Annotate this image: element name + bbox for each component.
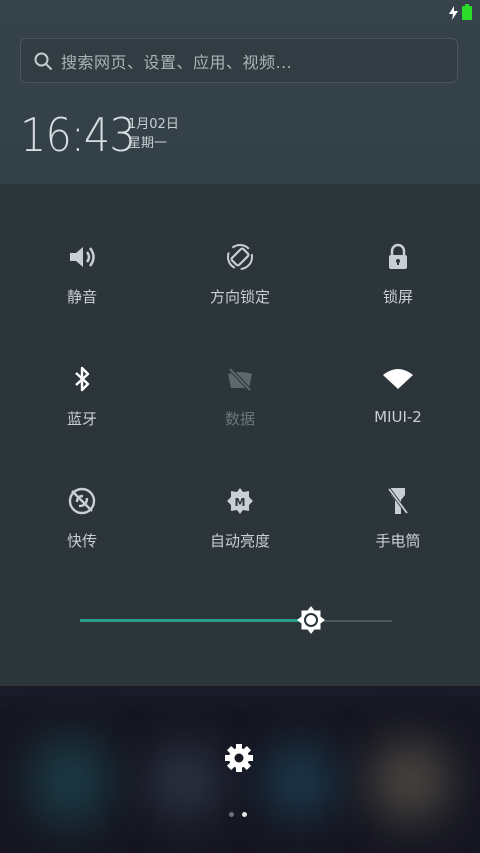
weekday-label: 星期一 bbox=[128, 136, 168, 151]
toggle-label: 快传 bbox=[66, 532, 97, 550]
shade-header: 搜索网页、设置、应用、视频... 16:43 1月02日 星期一 bbox=[0, 0, 480, 184]
page-dot bbox=[229, 812, 234, 817]
slider-fill bbox=[80, 619, 311, 622]
toggle-flashlight[interactable]: 手电筒 bbox=[318, 484, 478, 574]
toggle-auto-brightness[interactable]: M 自动亮度 bbox=[160, 484, 320, 574]
date-block[interactable]: 1月02日 星期一 bbox=[128, 115, 179, 153]
toggle-label: MIUI-2 bbox=[374, 408, 422, 426]
toggle-label: 锁屏 bbox=[382, 288, 413, 306]
flashlight-icon bbox=[381, 484, 415, 518]
clock-time[interactable]: 16:43 bbox=[20, 108, 136, 162]
home-screen-background bbox=[0, 686, 480, 853]
fade-overlay bbox=[0, 686, 480, 716]
toggle-label: 静音 bbox=[66, 288, 97, 306]
status-bar bbox=[449, 4, 472, 24]
blurred-app-icon bbox=[265, 746, 335, 816]
svg-text:M: M bbox=[235, 496, 246, 509]
toggle-quick-transfer[interactable]: 快传 bbox=[2, 484, 162, 574]
toggle-label: 方向锁定 bbox=[209, 288, 270, 306]
gear-icon bbox=[222, 744, 256, 779]
search-bar[interactable]: 搜索网页、设置、应用、视频... bbox=[20, 38, 458, 83]
toggle-label: 手电筒 bbox=[375, 532, 421, 550]
notification-shade: 搜索网页、设置、应用、视频... 16:43 1月02日 星期一 静音 方向锁定… bbox=[0, 0, 480, 853]
toggle-label: 自动亮度 bbox=[209, 532, 270, 550]
toggle-lock-screen[interactable]: 锁屏 bbox=[318, 240, 478, 330]
toggle-label: 蓝牙 bbox=[66, 410, 97, 428]
toggle-mobile-data[interactable]: 数据 bbox=[160, 362, 320, 452]
charging-icon bbox=[449, 5, 458, 24]
toggle-wifi[interactable]: MIUI-2 bbox=[318, 362, 478, 452]
search-icon bbox=[33, 51, 53, 71]
page-indicator bbox=[229, 812, 247, 817]
battery-icon bbox=[462, 4, 472, 24]
lock-icon bbox=[381, 240, 415, 274]
toggle-label: 数据 bbox=[224, 410, 255, 428]
mobile-data-off-icon bbox=[223, 362, 257, 396]
quick-toggles-panel: 静音 方向锁定 锁屏 蓝牙 数据 MIUI-2 快传 M 自动亮度 手电筒 bbox=[0, 184, 480, 686]
rotation-lock-icon bbox=[223, 240, 257, 274]
toggle-rotation-lock[interactable]: 方向锁定 bbox=[160, 240, 320, 330]
brightness-thumb-icon[interactable] bbox=[295, 604, 327, 636]
bluetooth-icon bbox=[65, 362, 99, 396]
quick-transfer-icon bbox=[65, 484, 99, 518]
auto-brightness-icon: M bbox=[223, 484, 257, 518]
search-input[interactable]: 搜索网页、设置、应用、视频... bbox=[61, 49, 292, 73]
blurred-app-icon bbox=[30, 736, 110, 826]
wifi-icon bbox=[381, 362, 415, 396]
speaker-icon bbox=[65, 240, 99, 274]
page-dot-active bbox=[242, 812, 247, 817]
brightness-slider[interactable] bbox=[80, 606, 392, 634]
toggle-bluetooth[interactable]: 蓝牙 bbox=[2, 362, 162, 452]
blurred-app-icon bbox=[370, 741, 450, 821]
blurred-app-icon bbox=[150, 746, 220, 816]
date-label: 1月02日 bbox=[128, 117, 179, 132]
settings-button[interactable] bbox=[222, 741, 256, 775]
toggle-mute[interactable]: 静音 bbox=[2, 240, 162, 330]
